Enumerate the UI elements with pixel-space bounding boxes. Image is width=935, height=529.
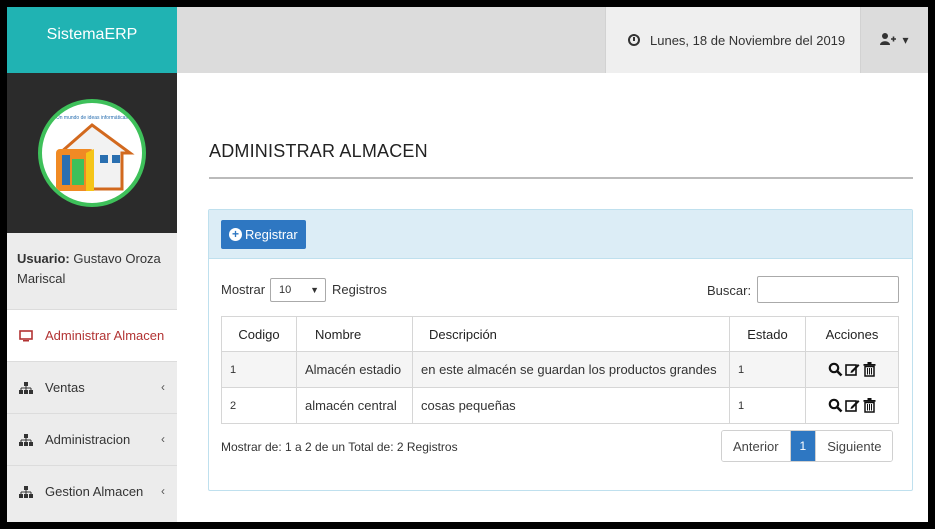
sidebar-item-administracion[interactable]: Administracion ‹ [7, 413, 177, 465]
cell-descripcion: en este almacén se guardan los productos… [412, 351, 730, 388]
search-input[interactable] [757, 276, 899, 303]
brand-title[interactable]: SistemaERP [7, 7, 177, 73]
clock-icon [628, 34, 640, 46]
title-divider [209, 177, 913, 179]
user-add-icon [880, 32, 897, 48]
search-icon[interactable] [828, 362, 843, 378]
cell-descripcion: cosas pequeñas [412, 387, 730, 424]
warehouse-table: Codigo Nombre Descripción Estado Accione… [221, 316, 899, 424]
table-row: 2 almacén central cosas pequeñas 1 [221, 387, 899, 424]
edit-icon[interactable] [844, 362, 860, 378]
sidebar-item-ventas[interactable]: Ventas ‹ [7, 361, 177, 413]
cell-estado: 1 [729, 351, 806, 388]
page-length-value: 10 [279, 284, 292, 296]
cell-nombre: almacén central [296, 387, 413, 424]
cell-estado: 1 [729, 387, 806, 424]
logo-area: Un mundo de ideas informáticas [7, 73, 177, 233]
search-label: Buscar: [707, 283, 752, 298]
date-display: Lunes, 18 de Noviembre del 2019 [605, 7, 861, 73]
sidebar-item-label: Administracion [45, 432, 131, 447]
user-menu-button[interactable]: ▾ [861, 7, 928, 73]
column-header-codigo[interactable]: Codigo [221, 316, 297, 352]
register-button-label: Registrar [245, 227, 298, 242]
trash-icon[interactable] [862, 398, 877, 414]
page-length-select[interactable]: 10 ▼ [270, 278, 326, 302]
show-label: Mostrar [221, 282, 266, 297]
sidebar-item-label: Ventas [45, 380, 85, 395]
page-title: ADMINISTRAR ALMACEN [209, 141, 428, 161]
caret-down-icon: ▾ [902, 33, 909, 47]
monitor-icon [17, 329, 35, 342]
column-header-estado[interactable]: Estado [729, 316, 806, 352]
table-header-row: Codigo Nombre Descripción Estado Accione… [221, 316, 899, 352]
chevron-left-icon: ‹ [161, 380, 165, 394]
sitemap-icon [17, 433, 35, 446]
house-logo-icon: Un mundo de ideas informáticas [56, 115, 135, 191]
pagination-next[interactable]: Siguiente [815, 431, 893, 461]
sidebar: SistemaERP Un mundo de ideas informática… [7, 7, 177, 522]
sitemap-icon [17, 381, 35, 394]
table-info: Mostrar de: 1 a 2 de un Total de: 2 Regi… [221, 440, 458, 454]
table-controls: Mostrar 10 ▼ Registros Buscar: [221, 276, 899, 304]
cell-codigo: 1 [221, 351, 297, 388]
chevron-left-icon: ‹ [161, 432, 165, 446]
user-label: Usuario: [17, 251, 70, 266]
pagination-previous[interactable]: Anterior [722, 431, 790, 461]
sitemap-icon [17, 485, 35, 498]
user-info: Usuario: Gustavo Oroza Mariscal [7, 233, 177, 309]
cell-nombre: Almacén estadio [296, 351, 413, 388]
plus-circle-icon: + [229, 228, 242, 241]
table-row: 1 Almacén estadio en este almacén se gua… [221, 351, 899, 388]
cell-acciones [805, 387, 899, 424]
trash-icon[interactable] [862, 362, 877, 378]
cell-acciones [805, 351, 899, 388]
logo-tagline: Un mundo de ideas informáticas [56, 115, 128, 121]
sidebar-item-gestion-almacen[interactable]: Gestion Almacen ‹ [7, 465, 177, 517]
current-date: Lunes, 18 de Noviembre del 2019 [650, 32, 846, 48]
top-bar: Lunes, 18 de Noviembre del 2019 ▾ [177, 7, 928, 73]
panel-header: + Registrar [209, 210, 912, 259]
caret-down-icon: ▼ [310, 285, 319, 295]
warehouse-panel: + Registrar Mostrar 10 ▼ Registros Busca… [208, 209, 913, 491]
sidebar-item-administrar-almacen[interactable]: Administrar Almacen [7, 309, 177, 361]
sidebar-item-label: Administrar Almacen [45, 328, 165, 343]
pagination: Anterior 1 Siguiente [721, 430, 894, 462]
chevron-left-icon: ‹ [161, 484, 165, 498]
records-label: Registros [332, 282, 387, 297]
main-content: ADMINISTRAR ALMACEN + Registrar Mostrar … [177, 73, 928, 522]
pagination-page-1[interactable]: 1 [789, 431, 816, 461]
edit-icon[interactable] [844, 398, 860, 414]
company-logo: Un mundo de ideas informáticas [38, 99, 146, 207]
sidebar-item-label: Gestion Almacen [45, 484, 144, 499]
column-header-acciones: Acciones [805, 316, 899, 352]
app-window: SistemaERP Un mundo de ideas informática… [7, 7, 928, 522]
cell-codigo: 2 [221, 387, 297, 424]
search-icon[interactable] [828, 398, 843, 414]
register-button[interactable]: + Registrar [221, 220, 306, 249]
column-header-nombre[interactable]: Nombre [296, 316, 413, 352]
column-header-descripcion[interactable]: Descripción [412, 316, 730, 352]
